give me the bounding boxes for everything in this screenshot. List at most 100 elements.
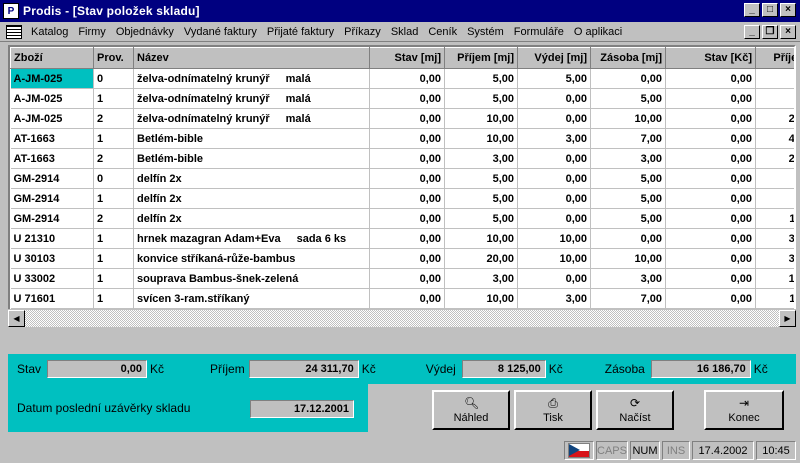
cell-nazev[interactable]: konvice stříkaná-růže-bambus [133,248,370,269]
col-header-prijem-kc[interactable]: Příjem [755,47,794,69]
cell-vydej-mj[interactable]: 0,00 [517,108,591,129]
col-header-zbozi[interactable]: Zboží [10,47,94,69]
cell-zbozi[interactable]: AT-1663 [10,128,94,149]
cell-stav-kc[interactable]: 0,00 [665,128,756,149]
cell-prov[interactable]: 1 [93,248,134,269]
cell-vydej-mj[interactable]: 10,00 [517,228,591,249]
mdi-close-button[interactable]: × [780,25,796,39]
menu-sklad[interactable]: Sklad [386,26,424,38]
cell-stav-kc[interactable]: 0,00 [665,88,756,109]
close-window-button[interactable]: × [780,3,796,17]
cell-zbozi[interactable]: U 33002 [10,268,94,289]
cell-stav-kc[interactable]: 0,00 [665,68,756,89]
cell-stav-kc[interactable]: 0,00 [665,108,756,129]
load-button[interactable]: ⟳ Načíst [596,390,674,430]
cell-vydej-mj[interactable]: 0,00 [517,168,591,189]
cell-zasoba-mj[interactable]: 10,00 [590,248,666,269]
cell-prijem-mj[interactable]: 10,00 [444,108,518,129]
cell-zbozi[interactable]: A-JM-025 [10,68,94,89]
menu-vydane-faktury[interactable]: Vydané faktury [179,26,262,38]
cell-prijem-mj[interactable]: 20,00 [444,248,518,269]
cell-zasoba-mj[interactable]: 5,00 [590,168,666,189]
table-row[interactable]: GM-29142delfín 2x0,005,000,005,000,00115 [10,208,794,229]
cell-prijem-kc[interactable]: 360 [755,248,794,269]
cell-prov[interactable]: 1 [93,88,134,109]
cell-prijem-mj[interactable]: 3,00 [444,268,518,289]
cell-nazev[interactable]: hrnek mazagran Adam+Eva sada 6 ks [133,228,370,249]
cell-stav-kc[interactable]: 0,00 [665,208,756,229]
cell-nazev[interactable]: svícen 3-ram.stříkaný [133,288,370,309]
cell-vydej-mj[interactable]: 0,00 [517,88,591,109]
cell-zbozi[interactable]: GM-2914 [10,208,94,229]
cell-nazev[interactable]: delfín 2x [133,168,370,189]
table-row[interactable]: GM-29140delfín 2x0,005,000,005,000,0065 [10,168,794,189]
cell-vydej-mj[interactable]: 0,00 [517,148,591,169]
table-row[interactable]: AT-1663 2 Betlém-bible 0,00 3,00 0,00 3,00 0,00… [10,148,794,169]
cell-prov[interactable]: 1 [93,128,134,149]
cell-zasoba-mj[interactable]: 7,00 [590,128,666,149]
table-row[interactable]: A-JM-025 2 želva-odnímatelný krunýř malá 0,0… [10,108,794,129]
table-row[interactable]: GM-29141delfín 2x0,005,000,005,000,0065 [10,188,794,209]
menu-formulare[interactable]: Formuláře [509,26,569,38]
cell-zbozi[interactable]: U 30103 [10,248,94,269]
cell-zbozi[interactable]: GM-2914 [10,168,94,189]
cell-prijem-mj[interactable]: 3,00 [444,148,518,169]
stock-grid[interactable]: Zboží Prov. Název Stav [mj] Příjem [mj] … [8,45,796,327]
menu-firmy[interactable]: Firmy [73,26,111,38]
col-header-stav-mj[interactable]: Stav [mj] [369,47,445,69]
cell-zasoba-mj[interactable]: 10,00 [590,108,666,129]
cell-zbozi[interactable]: AT-1663 [10,148,94,169]
cell-nazev[interactable]: želva-odnímatelný krunýř malá [133,68,370,89]
menu-o-aplikaci[interactable]: O aplikaci [569,26,627,38]
cell-nazev[interactable]: želva-odnímatelný krunýř malá [133,88,370,109]
cell-prijem-kc[interactable]: 402 [755,128,794,149]
cell-prijem-kc[interactable]: 75 [755,88,794,109]
cell-prijem-kc[interactable]: 287 [755,108,794,129]
cell-stav-kc[interactable]: 0,00 [665,168,756,189]
app-icon[interactable]: P [3,3,19,19]
cell-prijem-mj[interactable]: 10,00 [444,288,518,309]
col-header-prov[interactable]: Prov. [93,47,134,69]
menu-prijate-faktury[interactable]: Přijaté faktury [262,26,339,38]
scroll-track[interactable] [25,310,779,327]
mdi-minimize-button[interactable]: _ [744,25,760,39]
cell-stav-mj[interactable]: 0,00 [369,128,445,149]
table-row[interactable]: U 30103 1 konvice stříkaná-růže-bambus 0,00… [10,248,794,269]
cell-prijem-mj[interactable]: 5,00 [444,68,518,89]
cell-zasoba-mj[interactable]: 5,00 [590,88,666,109]
cell-prijem-kc[interactable]: 383 [755,228,794,249]
cell-zasoba-mj[interactable]: 7,00 [590,288,666,309]
table-row[interactable]: A-JM-025 1 želva-odnímatelný krunýř malá 0,0… [10,88,794,109]
cell-stav-mj[interactable]: 0,00 [369,228,445,249]
cell-stav-kc[interactable]: 0,00 [665,288,756,309]
menu-objednavky[interactable]: Objednávky [111,26,179,38]
document-menu-icon[interactable] [6,24,22,39]
cell-prov[interactable]: 2 [93,108,134,129]
cell-zbozi[interactable]: A-JM-025 [10,88,94,109]
table-row[interactable]: A-JM-025 0 želva-odnímatelný krunýř malá 0,0… [10,68,794,89]
cell-vydej-mj[interactable]: 3,00 [517,288,591,309]
menu-cenik[interactable]: Ceník [423,26,462,38]
cell-prijem-kc[interactable]: 138 [755,268,794,289]
cell-prov[interactable]: 2 [93,148,134,169]
scroll-left-icon[interactable]: ◀ [8,310,25,327]
cell-nazev[interactable]: delfín 2x [133,188,370,209]
cell-stav-mj[interactable]: 0,00 [369,68,445,89]
cell-prijem-mj[interactable]: 5,00 [444,168,518,189]
col-header-prijem-mj[interactable]: Příjem [mj] [444,47,518,69]
cell-prijem-mj[interactable]: 10,00 [444,228,518,249]
cell-vydej-mj[interactable]: 0,00 [517,208,591,229]
cell-stav-mj[interactable]: 0,00 [369,208,445,229]
cell-prov[interactable]: 1 [93,188,134,209]
cell-vydej-mj[interactable]: 0,00 [517,268,591,289]
cell-stav-mj[interactable]: 0,00 [369,288,445,309]
cell-zasoba-mj[interactable]: 5,00 [590,188,666,209]
cell-stav-mj[interactable]: 0,00 [369,88,445,109]
cell-vydej-mj[interactable]: 5,00 [517,68,591,89]
cell-prov[interactable]: 1 [93,288,134,309]
cell-stav-kc[interactable]: 0,00 [665,188,756,209]
col-header-vydej-mj[interactable]: Výdej [mj] [517,47,591,69]
menu-system[interactable]: Systém [462,26,509,38]
cell-zasoba-mj[interactable]: 3,00 [590,268,666,289]
cell-stav-mj[interactable]: 0,00 [369,108,445,129]
